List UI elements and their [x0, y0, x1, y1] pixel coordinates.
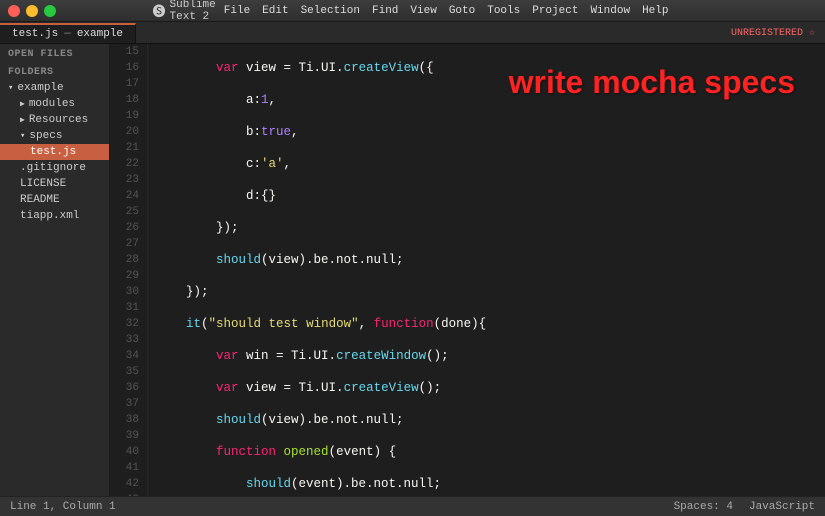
menu-edit[interactable]: Edit: [258, 5, 292, 17]
menu-help[interactable]: Help: [638, 5, 672, 17]
menu-selection[interactable]: Selection: [297, 5, 364, 17]
menu-window[interactable]: Window: [586, 5, 634, 17]
editor: write mocha specs 15 16 17 18 19 20 21 2…: [110, 44, 825, 496]
menu-tools[interactable]: Tools: [483, 5, 524, 17]
sidebar-item-label: tiapp.xml: [20, 210, 79, 222]
code-area[interactable]: 15 16 17 18 19 20 21 22 23 24 25 26 27 2…: [110, 44, 825, 496]
chevron-down-icon: [8, 82, 13, 94]
sidebar-item-example[interactable]: example: [0, 80, 109, 96]
status-left: Line 1, Column 1: [10, 501, 116, 513]
open-files-label: OPEN FILES: [0, 44, 109, 62]
sidebar-item-specs[interactable]: specs: [0, 128, 109, 144]
sidebar-item-label: .gitignore: [20, 162, 86, 174]
sidebar-item-label: Resources: [29, 114, 88, 126]
titlebar: 🅢 Sublime Text 2 File Edit Selection Fin…: [0, 0, 825, 22]
menu-find[interactable]: Find: [368, 5, 402, 17]
language-indicator[interactable]: JavaScript: [749, 501, 815, 513]
spaces-indicator[interactable]: Spaces: 4: [674, 501, 733, 513]
code-content[interactable]: var view = Ti.UI.createView({ a:1, b:tru…: [148, 44, 825, 496]
main-area: OPEN FILES FOLDERS example modules Resou…: [0, 44, 825, 496]
app-title: Sublime Text 2: [170, 0, 216, 23]
sidebar: OPEN FILES FOLDERS example modules Resou…: [0, 44, 110, 496]
sidebar-item-gitignore[interactable]: .gitignore: [0, 160, 109, 176]
tab-context: example: [77, 28, 123, 40]
folders-label: FOLDERS: [0, 62, 109, 80]
cursor-position: Line 1, Column 1: [10, 501, 116, 513]
sidebar-item-tiapp[interactable]: tiapp.xml: [0, 208, 109, 224]
sidebar-item-label: test.js: [30, 146, 76, 158]
window-controls: [8, 5, 56, 17]
chevron-down-icon: [20, 130, 25, 142]
sidebar-item-license[interactable]: LICENSE: [0, 176, 109, 192]
chevron-right-icon: [20, 114, 25, 126]
tab-context-sep: —: [64, 28, 71, 40]
unregistered-badge: UNREGISTERED ☆: [731, 27, 815, 39]
sidebar-item-label: modules: [29, 98, 75, 110]
sidebar-item-modules[interactable]: modules: [0, 96, 109, 112]
sidebar-item-resources[interactable]: Resources: [0, 112, 109, 128]
menu-project[interactable]: Project: [528, 5, 582, 17]
maximize-button[interactable]: [44, 5, 56, 17]
sidebar-item-label: specs: [29, 130, 62, 142]
app-icon: 🅢: [153, 1, 166, 20]
sidebar-item-readme[interactable]: README: [0, 192, 109, 208]
menu-file[interactable]: File: [220, 5, 254, 17]
chevron-right-icon: [20, 98, 25, 110]
close-button[interactable]: [8, 5, 20, 17]
sidebar-item-label: example: [17, 82, 63, 94]
menu-goto[interactable]: Goto: [445, 5, 479, 17]
statusbar: Line 1, Column 1 Spaces: 4 JavaScript: [0, 496, 825, 516]
status-right: Spaces: 4 JavaScript: [674, 501, 815, 513]
sidebar-item-label: LICENSE: [20, 178, 66, 190]
tab-bar: test.js — example UNREGISTERED ☆: [0, 22, 825, 44]
minimize-button[interactable]: [26, 5, 38, 17]
titlebar-center: 🅢 Sublime Text 2 File Edit Selection Fin…: [153, 0, 673, 23]
tab-label: test.js: [12, 28, 58, 40]
line-numbers: 15 16 17 18 19 20 21 22 23 24 25 26 27 2…: [110, 44, 148, 496]
menu-view[interactable]: View: [406, 5, 440, 17]
tab-testjs[interactable]: test.js — example: [0, 23, 136, 43]
sidebar-item-label: README: [20, 194, 60, 206]
sidebar-item-testjs[interactable]: test.js: [0, 144, 109, 160]
